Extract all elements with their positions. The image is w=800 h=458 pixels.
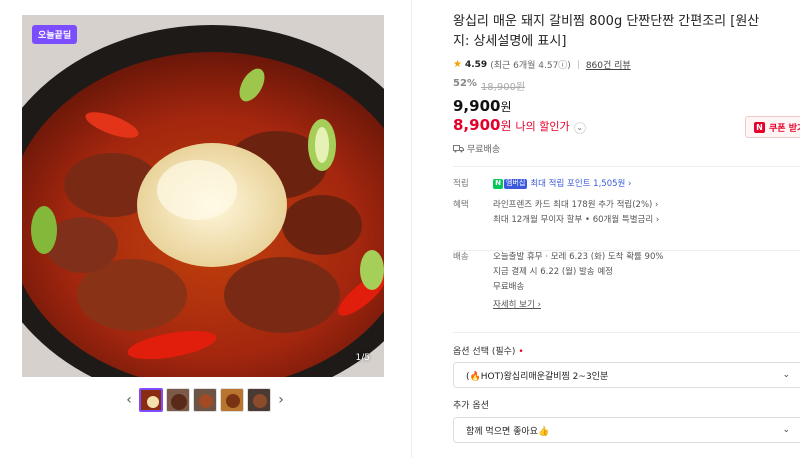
points-value-wrap[interactable]: N 멤버십 최대 적립 포인트 1,505원 › bbox=[493, 177, 631, 192]
sale-price-value: 9,900 bbox=[453, 97, 501, 115]
detail-rows: 적립 N 멤버십 최대 적립 포인트 1,505원 › 혜택 라인프렌즈 카드 최대… bbox=[453, 177, 800, 313]
points-key: 적립 bbox=[453, 179, 469, 189]
sale-price-unit: 원 bbox=[500, 100, 512, 114]
my-price-unit: 원 bbox=[500, 119, 512, 133]
product-main-image[interactable]: 오늘끝딜 1/5 bbox=[22, 15, 384, 377]
food-image-illustration bbox=[22, 15, 384, 377]
free-shipping-label: 무료배송 bbox=[467, 145, 501, 155]
original-price: 18,900원 bbox=[480, 82, 526, 93]
benefit-installment-link[interactable]: 최대 12개월 무이자 할부 • 60개월 특별금리 › bbox=[493, 213, 659, 228]
benefit-key: 혜택 bbox=[453, 200, 469, 210]
rating-row: ★ 4.59 (최근 6개월 4.57ⓘ) 860건 리뷰 bbox=[453, 58, 800, 71]
coupon-button[interactable]: N 쿠폰 받기 bbox=[745, 116, 800, 138]
delivery-line-2: 지금 결제 시 6.22 (월) 발송 예정 bbox=[493, 267, 613, 277]
naver-icon: N bbox=[754, 121, 765, 133]
points-value: 최대 적립 포인트 1,505원 › bbox=[530, 179, 632, 189]
chevron-left-icon[interactable]: ‹ bbox=[122, 392, 136, 408]
free-shipping-tag: 무료배송 bbox=[453, 142, 800, 155]
npay-plus: 멤버십 bbox=[504, 178, 528, 189]
points-row: 적립 N 멤버십 최대 적립 포인트 1,505원 › bbox=[453, 177, 800, 192]
image-counter: 1/5 bbox=[355, 353, 370, 363]
delivery-values: 오늘출발 휴무 · 모레 6.23 (화) 도착 확률 90% 지금 결제 시 … bbox=[493, 250, 663, 313]
required-option-text: 옵션 선택 (필수) bbox=[453, 347, 516, 357]
deal-badge: 오늘끝딜 bbox=[32, 25, 78, 44]
required-option-label: 옵션 선택 (필수) • bbox=[453, 344, 524, 357]
sale-price: 9,900원 bbox=[453, 97, 800, 115]
review-count-link[interactable]: 860건 리뷰 bbox=[586, 58, 631, 71]
chevron-right-icon[interactable]: › bbox=[274, 392, 288, 408]
chevron-down-icon[interactable]: ⌄ bbox=[573, 121, 586, 134]
delivery-detail-link[interactable]: 자세히 보기 › bbox=[493, 298, 663, 313]
rating-score: 4.59 bbox=[464, 59, 488, 70]
product-title: 왕십리 매운 돼지 갈비찜 800g 단짠단짠 간편조리 [원산지: 상세설명에… bbox=[453, 14, 760, 49]
product-info-panel: 왕십리 매운 돼지 갈비찜 800g 단짠단짠 간편조리 [원산지: 상세설명에… bbox=[453, 12, 800, 443]
my-price-value-wrap: 8,900원 bbox=[453, 116, 512, 134]
thumbnail-3[interactable] bbox=[193, 388, 217, 412]
delivery-key: 배송 bbox=[453, 252, 469, 262]
discount-row: 52% 18,900원 bbox=[453, 78, 800, 93]
delivery-row: 배송 오늘출발 휴무 · 모레 6.23 (화) 도착 확률 90% 지금 결제… bbox=[453, 250, 800, 313]
extra-option-label: 추가 옵션 bbox=[453, 401, 489, 411]
delivery-line-1: 오늘출발 휴무 · 모레 6.23 (화) 도착 확률 90% bbox=[493, 252, 664, 262]
thumbnail-1[interactable] bbox=[139, 388, 163, 412]
chevron-down-icon: ⌄ bbox=[782, 425, 790, 435]
npay-membership-icon: N 멤버십 bbox=[493, 178, 528, 189]
section-divider bbox=[453, 250, 800, 251]
required-mark: • bbox=[518, 347, 524, 357]
benefit-values: 라인프렌즈 카드 최대 178원 추가 적립(2%) › 최대 12개월 무이자… bbox=[493, 198, 659, 228]
delivery-line-3: 무료배송 bbox=[493, 282, 525, 292]
my-price-label: 나의 할인가 bbox=[515, 120, 570, 133]
benefit-row: 혜택 라인프렌즈 카드 최대 178원 추가 적립(2%) › 최대 12개월 … bbox=[453, 198, 800, 228]
star-icon: ★ bbox=[453, 59, 462, 70]
thumbnail-5[interactable] bbox=[247, 388, 271, 412]
discount-rate: 52% bbox=[453, 78, 477, 89]
extra-option-select[interactable]: 함께 먹으면 좋아요👍 ⌄ bbox=[453, 417, 800, 443]
rating-recent[interactable]: (최근 6개월 4.57ⓘ) bbox=[490, 58, 571, 71]
section-divider bbox=[453, 332, 800, 333]
coupon-label: 쿠폰 받기 bbox=[769, 123, 800, 134]
npay-n: N bbox=[493, 178, 503, 189]
chevron-down-icon: ⌄ bbox=[782, 370, 790, 380]
thumbnail-strip: ‹ › bbox=[122, 387, 288, 413]
extra-option-value: 함께 먹으면 좋아요👍 bbox=[466, 426, 550, 437]
my-price-value: 8,900 bbox=[453, 116, 501, 134]
thumbnail-2[interactable] bbox=[166, 388, 190, 412]
thumbnail-4[interactable] bbox=[220, 388, 244, 412]
truck-icon bbox=[453, 145, 464, 153]
divider bbox=[577, 60, 579, 69]
column-divider bbox=[411, 0, 412, 458]
benefit-card-link[interactable]: 라인프렌즈 카드 최대 178원 추가 적립(2%) › bbox=[493, 198, 659, 213]
required-option-value: (🔥HOT)왕십리매운갈비찜 2~3인분 bbox=[466, 371, 609, 382]
required-option-select[interactable]: (🔥HOT)왕십리매운갈비찜 2~3인분 ⌄ bbox=[453, 362, 800, 388]
section-divider bbox=[453, 166, 800, 167]
